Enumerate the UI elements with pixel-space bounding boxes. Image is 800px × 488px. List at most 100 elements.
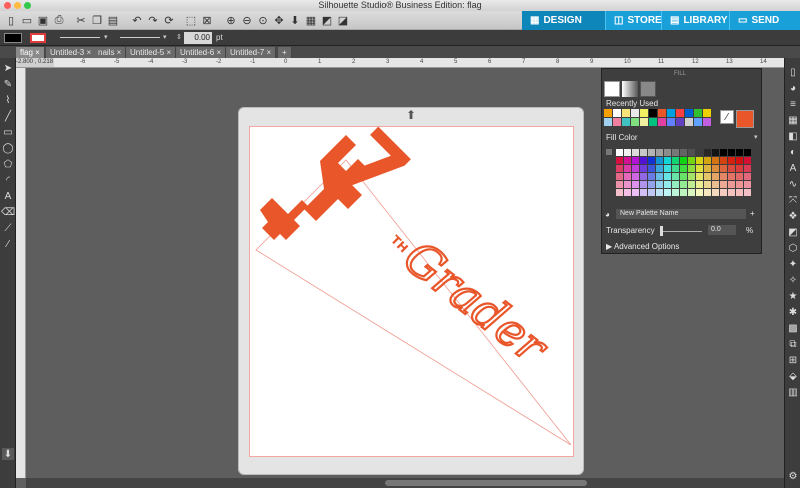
recent-color-swatch[interactable]	[685, 118, 693, 126]
palette-swatch[interactable]	[616, 165, 623, 172]
palette-swatch[interactable]	[616, 189, 623, 196]
palette-swatch[interactable]	[680, 181, 687, 188]
palette-swatch[interactable]	[680, 157, 687, 164]
recent-color-swatch[interactable]	[640, 118, 648, 126]
doc-tab-flag[interactable]: flag ×	[16, 47, 45, 58]
palette-swatch[interactable]	[736, 181, 743, 188]
recent-color-swatch[interactable]	[604, 118, 612, 126]
transparency-slider[interactable]	[660, 231, 702, 232]
palette-swatch[interactable]	[656, 173, 663, 180]
star-icon[interactable]: ★	[787, 290, 799, 302]
fill-pattern-icon[interactable]: ▦	[787, 114, 799, 126]
palette-swatch[interactable]	[720, 189, 727, 196]
trace-panel-icon[interactable]: ✦	[787, 258, 799, 270]
palette-swatch[interactable]	[688, 173, 695, 180]
chevron-down-icon[interactable]: ▾	[104, 33, 108, 41]
palette-swatch[interactable]	[640, 157, 647, 164]
palette-swatch[interactable]	[632, 149, 639, 156]
palette-swatch[interactable]	[688, 189, 695, 196]
eyedropper-icon[interactable]: ⁄	[720, 110, 734, 124]
palette-swatch[interactable]	[640, 173, 647, 180]
sketch-icon[interactable]: ◪	[336, 13, 350, 27]
refresh-icon[interactable]: ⟳	[162, 13, 176, 27]
color-palette-grid[interactable]	[616, 145, 756, 205]
palette-swatch[interactable]	[680, 173, 687, 180]
palette-swatch[interactable]	[664, 189, 671, 196]
palette-swatch[interactable]	[672, 149, 679, 156]
gradient-icon[interactable]: ◧	[787, 130, 799, 142]
palette-swatch[interactable]	[744, 181, 751, 188]
new-file-icon[interactable]: ▯	[4, 13, 18, 27]
deselect-icon[interactable]: ⊠	[200, 13, 214, 27]
palette-swatch[interactable]	[632, 157, 639, 164]
chevron-down-icon[interactable]: ▾	[163, 33, 167, 41]
cut-icon[interactable]: ✂	[74, 13, 88, 27]
palette-swatch[interactable]	[648, 189, 655, 196]
zoom-select-icon[interactable]: ⊙	[256, 13, 270, 27]
palette-swatch[interactable]	[704, 189, 711, 196]
recent-color-swatch[interactable]	[703, 118, 711, 126]
palette-swatch[interactable]	[624, 181, 631, 188]
palette-swatch[interactable]	[624, 173, 631, 180]
palette-swatch[interactable]	[648, 157, 655, 164]
tab-send[interactable]: ▭ SEND	[730, 11, 800, 30]
modify-icon[interactable]: ◩	[787, 226, 799, 238]
palette-swatch[interactable]	[720, 157, 727, 164]
palette-swatch[interactable]	[640, 189, 647, 196]
align-icon[interactable]: ⊞	[787, 354, 799, 366]
palette-swatch[interactable]	[704, 165, 711, 172]
palette-swatch[interactable]	[744, 157, 751, 164]
palette-swatch[interactable]	[680, 149, 687, 156]
palette-swatch[interactable]	[712, 173, 719, 180]
polygon-tool-icon[interactable]: ⬠	[2, 158, 14, 170]
recent-color-swatch[interactable]	[649, 109, 657, 117]
palette-swatch[interactable]	[712, 157, 719, 164]
layers-icon[interactable]: ⧉	[787, 338, 799, 350]
recent-color-swatch[interactable]	[658, 109, 666, 117]
palette-swatch[interactable]	[736, 189, 743, 196]
palette-swatch[interactable]	[632, 181, 639, 188]
point-edit-icon[interactable]: ✎	[2, 78, 14, 90]
recent-color-swatch[interactable]	[694, 118, 702, 126]
palette-swatch[interactable]	[656, 181, 663, 188]
palette-swatch[interactable]	[656, 157, 663, 164]
palette-swatch[interactable]	[720, 173, 727, 180]
recent-color-swatch[interactable]	[694, 109, 702, 117]
shadow-icon[interactable]: ◐	[787, 146, 799, 158]
eyedropper-icon[interactable]: ⁄	[2, 238, 14, 250]
palette-swatch[interactable]	[688, 149, 695, 156]
replicate-icon[interactable]: ❖	[787, 210, 799, 222]
recent-color-swatch[interactable]	[631, 109, 639, 117]
palette-swatch[interactable]	[624, 165, 631, 172]
recent-color-swatch[interactable]	[613, 109, 621, 117]
doc-tab-nails[interactable]: nails ×	[94, 47, 127, 58]
close-window-button[interactable]	[4, 2, 11, 9]
palette-swatch[interactable]	[736, 165, 743, 172]
palette-swatch[interactable]	[712, 189, 719, 196]
fill-pattern-tab[interactable]	[640, 81, 656, 97]
redo-icon[interactable]: ↷	[146, 13, 160, 27]
tab-store[interactable]: ◫ STORE	[606, 11, 662, 30]
stepper-icon[interactable]: ⇕	[176, 33, 182, 41]
palette-swatch[interactable]	[712, 149, 719, 156]
palette-swatch[interactable]	[680, 165, 687, 172]
line-join-select[interactable]	[120, 37, 160, 38]
palette-swatch[interactable]	[728, 149, 735, 156]
recent-color-swatch[interactable]	[622, 109, 630, 117]
palette-swatch[interactable]	[696, 165, 703, 172]
line-tool-icon[interactable]: ╱	[2, 110, 14, 122]
doc-tab-untitled-5[interactable]: Untitled-5 ×	[126, 47, 177, 58]
library-drawer-icon[interactable]: ⬇	[2, 448, 14, 460]
page-setup-icon[interactable]: ▯	[787, 66, 799, 78]
print-icon[interactable]: ⎙	[52, 13, 66, 27]
select-all-icon[interactable]: ⬚	[184, 13, 198, 27]
palette-swatch[interactable]	[728, 181, 735, 188]
palette-swatch[interactable]	[720, 181, 727, 188]
eraser-icon[interactable]: ⌫	[1, 206, 15, 218]
palette-swatch[interactable]	[704, 181, 711, 188]
offset-icon[interactable]: ⬡	[787, 242, 799, 254]
rectangle-tool-icon[interactable]: ▭	[2, 126, 14, 138]
horizontal-scroll-thumb[interactable]	[385, 480, 587, 486]
palette-swatch[interactable]	[648, 173, 655, 180]
recent-color-swatch[interactable]	[640, 109, 648, 117]
